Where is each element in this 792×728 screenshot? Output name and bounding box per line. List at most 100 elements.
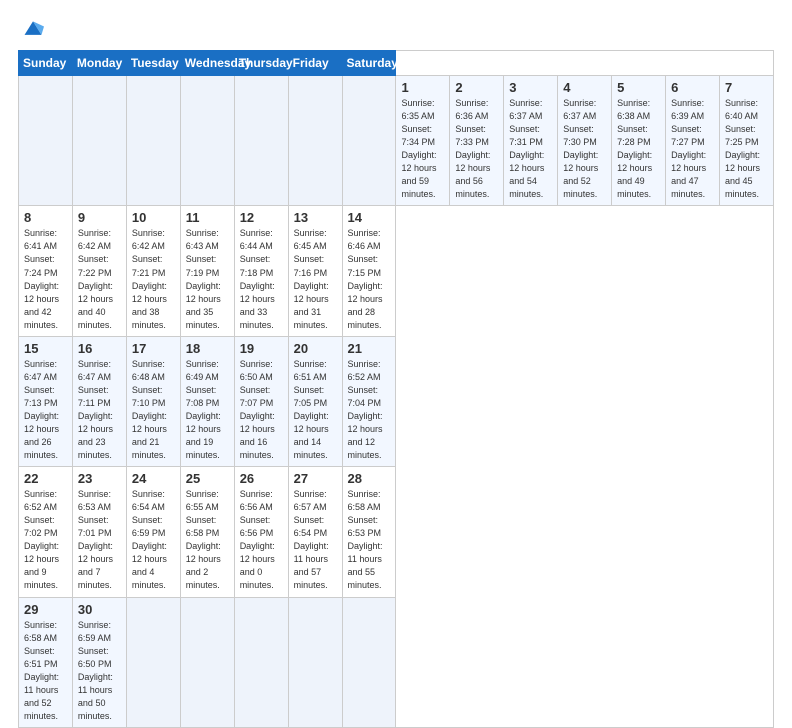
calendar-day-cell: 11Sunrise: 6:43 AMSunset: 7:19 PMDayligh… bbox=[180, 206, 234, 336]
day-info: Sunrise: 6:42 AMSunset: 7:22 PMDaylight:… bbox=[78, 227, 121, 331]
calendar-day-cell: 22 Sunrise: 6:52 AMSunset: 7:02 PMDayligh… bbox=[19, 467, 73, 597]
day-info: Sunrise: 6:48 AMSunset: 7:10 PMDaylight:… bbox=[132, 358, 175, 462]
day-info: Sunrise: 6:45 AMSunset: 7:16 PMDaylight:… bbox=[294, 227, 337, 331]
day-info: Sunrise: 6:49 AMSunset: 7:08 PMDaylight:… bbox=[186, 358, 229, 462]
day-info: Sunrise: 6:52 AMSunset: 7:02 PMDaylight:… bbox=[24, 488, 67, 592]
day-number: 1 bbox=[401, 80, 444, 95]
logo bbox=[18, 18, 44, 40]
day-info: Sunrise: 6:55 AMSunset: 6:58 PMDaylight:… bbox=[186, 488, 229, 592]
day-number: 6 bbox=[671, 80, 714, 95]
day-number: 30 bbox=[78, 602, 121, 617]
calendar-day-cell: 9 Sunrise: 6:42 AMSunset: 7:22 PMDaylight… bbox=[72, 206, 126, 336]
day-number: 21 bbox=[348, 341, 391, 356]
calendar-day-cell bbox=[234, 76, 288, 206]
header bbox=[18, 18, 774, 40]
day-info: Sunrise: 6:40 AMSunset: 7:25 PMDaylight:… bbox=[725, 97, 768, 201]
calendar-day-cell: 14 Sunrise: 6:46 AMSunset: 7:15 PMDayligh… bbox=[342, 206, 396, 336]
day-info: Sunrise: 6:57 AMSunset: 6:54 PMDaylight:… bbox=[294, 488, 337, 592]
day-info: Sunrise: 6:39 AMSunset: 7:27 PMDaylight:… bbox=[671, 97, 714, 201]
day-info: Sunrise: 6:52 AMSunset: 7:04 PMDaylight:… bbox=[348, 358, 391, 462]
weekday-header: Thursday bbox=[234, 51, 288, 76]
day-number: 12 bbox=[240, 210, 283, 225]
day-number: 14 bbox=[348, 210, 391, 225]
day-info: Sunrise: 6:43 AMSunset: 7:19 PMDaylight:… bbox=[186, 227, 229, 331]
day-number: 29 bbox=[24, 602, 67, 617]
day-number: 25 bbox=[186, 471, 229, 486]
day-number: 19 bbox=[240, 341, 283, 356]
calendar-day-cell bbox=[180, 597, 234, 727]
calendar-day-cell: 16Sunrise: 6:47 AMSunset: 7:11 PMDayligh… bbox=[72, 336, 126, 466]
calendar-day-cell bbox=[19, 76, 73, 206]
page: SundayMondayTuesdayWednesdayThursdayFrid… bbox=[0, 0, 792, 612]
calendar-day-cell: 7Sunrise: 6:40 AMSunset: 7:25 PMDaylight… bbox=[719, 76, 773, 206]
day-number: 27 bbox=[294, 471, 337, 486]
day-number: 26 bbox=[240, 471, 283, 486]
calendar-week-row: 22 Sunrise: 6:52 AMSunset: 7:02 PMDayligh… bbox=[19, 467, 774, 597]
calendar-day-cell: 8Sunrise: 6:41 AMSunset: 7:24 PMDaylight… bbox=[19, 206, 73, 336]
day-number: 2 bbox=[455, 80, 498, 95]
day-info: Sunrise: 6:37 AMSunset: 7:30 PMDaylight:… bbox=[563, 97, 606, 201]
calendar-day-cell bbox=[126, 597, 180, 727]
weekday-header: Friday bbox=[288, 51, 342, 76]
calendar-day-cell: 6 Sunrise: 6:39 AMSunset: 7:27 PMDaylight… bbox=[666, 76, 720, 206]
day-info: Sunrise: 6:42 AMSunset: 7:21 PMDaylight:… bbox=[132, 227, 175, 331]
logo-icon bbox=[22, 18, 44, 40]
day-info: Sunrise: 6:54 AMSunset: 6:59 PMDaylight:… bbox=[132, 488, 175, 592]
weekday-header: Tuesday bbox=[126, 51, 180, 76]
calendar-day-cell: 29 Sunrise: 6:58 AMSunset: 6:51 PMDayligh… bbox=[19, 597, 73, 727]
calendar-day-cell: 17 Sunrise: 6:48 AMSunset: 7:10 PMDayligh… bbox=[126, 336, 180, 466]
calendar-day-cell: 5 Sunrise: 6:38 AMSunset: 7:28 PMDaylight… bbox=[612, 76, 666, 206]
day-info: Sunrise: 6:38 AMSunset: 7:28 PMDaylight:… bbox=[617, 97, 660, 201]
calendar-day-cell bbox=[126, 76, 180, 206]
day-number: 8 bbox=[24, 210, 67, 225]
calendar-day-cell bbox=[180, 76, 234, 206]
day-number: 4 bbox=[563, 80, 606, 95]
day-number: 16 bbox=[78, 341, 121, 356]
weekday-header: Monday bbox=[72, 51, 126, 76]
day-number: 15 bbox=[24, 341, 67, 356]
calendar-day-cell: 27 Sunrise: 6:57 AMSunset: 6:54 PMDayligh… bbox=[288, 467, 342, 597]
day-info: Sunrise: 6:37 AMSunset: 7:31 PMDaylight:… bbox=[509, 97, 552, 201]
calendar-day-cell: 30Sunrise: 6:59 AMSunset: 6:50 PMDayligh… bbox=[72, 597, 126, 727]
calendar-week-row: 15Sunrise: 6:47 AMSunset: 7:13 PMDayligh… bbox=[19, 336, 774, 466]
day-number: 28 bbox=[348, 471, 391, 486]
day-info: Sunrise: 6:56 AMSunset: 6:56 PMDaylight:… bbox=[240, 488, 283, 592]
day-info: Sunrise: 6:58 AMSunset: 6:51 PMDaylight:… bbox=[24, 619, 67, 723]
day-number: 13 bbox=[294, 210, 337, 225]
calendar-body: 1Sunrise: 6:35 AMSunset: 7:34 PMDaylight… bbox=[19, 76, 774, 728]
day-number: 22 bbox=[24, 471, 67, 486]
day-info: Sunrise: 6:51 AMSunset: 7:05 PMDaylight:… bbox=[294, 358, 337, 462]
calendar-day-cell: 2Sunrise: 6:36 AMSunset: 7:33 PMDaylight… bbox=[450, 76, 504, 206]
calendar-day-cell bbox=[72, 76, 126, 206]
weekday-header: Sunday bbox=[19, 51, 73, 76]
calendar-day-cell: 26 Sunrise: 6:56 AMSunset: 6:56 PMDayligh… bbox=[234, 467, 288, 597]
calendar-day-cell: 3Sunrise: 6:37 AMSunset: 7:31 PMDaylight… bbox=[504, 76, 558, 206]
calendar-day-cell: 19 Sunrise: 6:50 AMSunset: 7:07 PMDayligh… bbox=[234, 336, 288, 466]
day-number: 18 bbox=[186, 341, 229, 356]
calendar-day-cell: 13 Sunrise: 6:45 AMSunset: 7:16 PMDayligh… bbox=[288, 206, 342, 336]
calendar-day-cell: 20Sunrise: 6:51 AMSunset: 7:05 PMDayligh… bbox=[288, 336, 342, 466]
day-number: 10 bbox=[132, 210, 175, 225]
calendar-day-cell: 24 Sunrise: 6:54 AMSunset: 6:59 PMDayligh… bbox=[126, 467, 180, 597]
calendar-day-cell bbox=[288, 76, 342, 206]
day-number: 17 bbox=[132, 341, 175, 356]
day-number: 9 bbox=[78, 210, 121, 225]
day-info: Sunrise: 6:53 AMSunset: 7:01 PMDaylight:… bbox=[78, 488, 121, 592]
calendar-day-cell: 23Sunrise: 6:53 AMSunset: 7:01 PMDayligh… bbox=[72, 467, 126, 597]
day-info: Sunrise: 6:46 AMSunset: 7:15 PMDaylight:… bbox=[348, 227, 391, 331]
calendar-day-cell: 4 Sunrise: 6:37 AMSunset: 7:30 PMDaylight… bbox=[558, 76, 612, 206]
calendar-day-cell: 10 Sunrise: 6:42 AMSunset: 7:21 PMDayligh… bbox=[126, 206, 180, 336]
day-number: 24 bbox=[132, 471, 175, 486]
day-info: Sunrise: 6:58 AMSunset: 6:53 PMDaylight:… bbox=[348, 488, 391, 592]
calendar-day-cell: 18 Sunrise: 6:49 AMSunset: 7:08 PMDayligh… bbox=[180, 336, 234, 466]
calendar-header: SundayMondayTuesdayWednesdayThursdayFrid… bbox=[19, 51, 774, 76]
calendar-day-cell: 15Sunrise: 6:47 AMSunset: 7:13 PMDayligh… bbox=[19, 336, 73, 466]
weekday-header: Wednesday bbox=[180, 51, 234, 76]
calendar-day-cell bbox=[342, 597, 396, 727]
day-info: Sunrise: 6:44 AMSunset: 7:18 PMDaylight:… bbox=[240, 227, 283, 331]
calendar-day-cell bbox=[342, 76, 396, 206]
calendar-day-cell: 1Sunrise: 6:35 AMSunset: 7:34 PMDaylight… bbox=[396, 76, 450, 206]
calendar-day-cell: 28 Sunrise: 6:58 AMSunset: 6:53 PMDayligh… bbox=[342, 467, 396, 597]
day-number: 5 bbox=[617, 80, 660, 95]
day-info: Sunrise: 6:50 AMSunset: 7:07 PMDaylight:… bbox=[240, 358, 283, 462]
